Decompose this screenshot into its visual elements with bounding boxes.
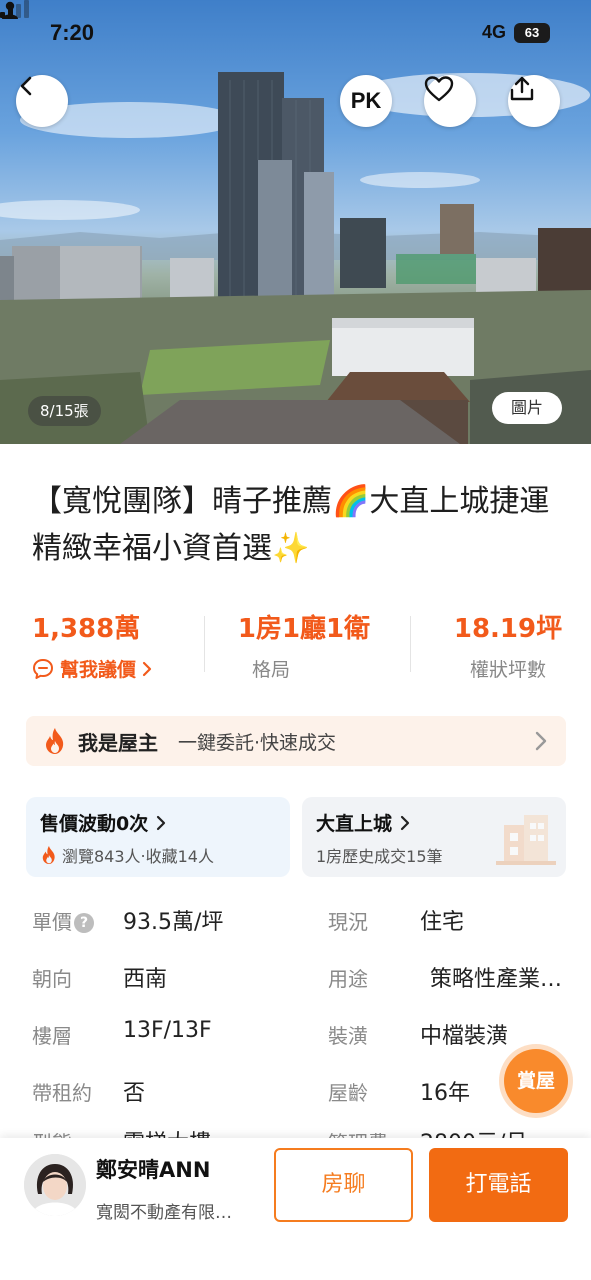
share-button[interactable] — [508, 75, 560, 127]
price-change-sub-row: 瀏覽843人‧收藏14人 — [40, 843, 214, 867]
unit-price-value: 93.5萬/坪 — [123, 910, 224, 935]
status-label: 現況 — [328, 910, 368, 934]
decor-value: 中檔裝潢 — [420, 1024, 509, 1049]
area-value: 18.19坪 — [453, 614, 563, 644]
age-label: 屋齡 — [328, 1081, 368, 1105]
price-stat: 1,388萬 幫我議價 — [32, 608, 152, 682]
unit-price-label-text: 單價 — [32, 910, 72, 934]
stat-divider — [204, 616, 205, 672]
usage-value[interactable]: 策略性產業… — [430, 961, 562, 993]
layout-stat: 1房1廳1衛 格局 — [214, 608, 394, 682]
lease-label: 帶租約 — [32, 1081, 92, 1105]
facing-label: 朝向 — [32, 967, 72, 991]
view-house-fab[interactable]: 賞屋 — [504, 1049, 568, 1113]
chevron-right-icon — [157, 815, 166, 830]
fire-icon — [46, 728, 64, 754]
chevron-right-icon — [142, 661, 152, 676]
usage-label: 用途 — [328, 967, 368, 991]
chevron-left-icon — [20, 76, 32, 96]
negotiate-link[interactable]: 幫我議價 — [32, 655, 152, 682]
status-bar: 7:20 4G 63 — [0, 0, 591, 66]
cellular-signal-icon — [0, 0, 29, 18]
agent-company: 寬閎不動產有限… — [96, 1203, 232, 1223]
owner-consign-banner[interactable]: 我是屋主 一鍵委託‧快速成交 — [26, 716, 566, 766]
price-change-title: 售價波動0次 — [40, 813, 149, 835]
network-type: 4G — [482, 22, 507, 42]
facing-value: 西南 — [123, 967, 168, 992]
agent-name: 鄭安晴ANN — [96, 1158, 211, 1182]
price-change-card[interactable]: 售價波動0次 瀏覽843人‧收藏14人 — [26, 797, 290, 877]
area-label: 權狀坪數 — [469, 659, 546, 681]
community-title-row: 大直上城 — [316, 809, 410, 836]
help-icon[interactable]: ? — [74, 913, 94, 933]
floor-label: 樓層 — [32, 1024, 72, 1048]
compare-pk-button[interactable]: PK — [340, 75, 392, 127]
negotiate-label: 幫我議價 — [60, 659, 137, 681]
city-skyline-photo — [0, 72, 591, 444]
unit-price-label: 單價? — [32, 906, 94, 935]
views-favorites-text: 瀏覽843人‧收藏14人 — [62, 847, 214, 866]
chevron-right-icon — [400, 815, 410, 830]
agent-contact-bar: 鄭安晴ANN 寬閎不動產有限… 房聊 打電話 — [0, 1138, 591, 1280]
floor-value: 13F/13F — [123, 1018, 212, 1043]
photo-counter: 8/15張 — [28, 396, 101, 426]
price-value: 1,388萬 — [32, 614, 141, 644]
owner-banner-subtitle: 一鍵委託‧快速成交 — [178, 731, 337, 754]
lease-value: 否 — [123, 1081, 146, 1106]
favorite-button[interactable] — [424, 75, 476, 127]
community-title: 大直上城 — [316, 813, 393, 835]
status-value: 住宅 — [420, 910, 465, 935]
community-sub: 1房歷史成交15筆 — [316, 847, 443, 866]
back-button[interactable] — [16, 75, 68, 127]
layout-value: 1房1廳1衛 — [237, 614, 371, 644]
community-card[interactable]: 大直上城 1房歷史成交15筆 — [302, 797, 566, 877]
agent-photo — [24, 1154, 86, 1216]
status-time: 7:20 — [50, 20, 95, 45]
building-illustration-icon — [496, 815, 556, 865]
layout-label: 格局 — [252, 659, 291, 681]
listing-photo[interactable]: 7:20 4G 63 PK 8/15張 圖片 — [0, 0, 591, 444]
area-stat: 18.19坪 權狀坪數 — [420, 608, 591, 682]
chevron-right-icon — [535, 731, 547, 751]
photo-category-tag[interactable]: 圖片 — [492, 392, 562, 424]
owner-banner-title: 我是屋主 — [78, 730, 158, 755]
listing-title: 【寬悅團隊】晴子推薦🌈大直上城捷運精緻幸福小資首選✨ — [32, 484, 550, 566]
age-value: 16年 — [420, 1081, 470, 1106]
battery-icon: 63 — [514, 23, 550, 43]
decor-label: 裝潢 — [328, 1024, 368, 1048]
fire-icon — [42, 846, 55, 864]
chat-bubble-icon — [33, 658, 53, 679]
heart-icon — [424, 76, 454, 102]
call-button[interactable]: 打電話 — [429, 1148, 568, 1222]
share-icon — [510, 76, 534, 101]
stat-divider — [410, 616, 411, 672]
price-change-title-row: 售價波動0次 — [40, 809, 166, 836]
chat-button[interactable]: 房聊 — [274, 1148, 413, 1222]
agent-avatar[interactable] — [24, 1154, 86, 1216]
